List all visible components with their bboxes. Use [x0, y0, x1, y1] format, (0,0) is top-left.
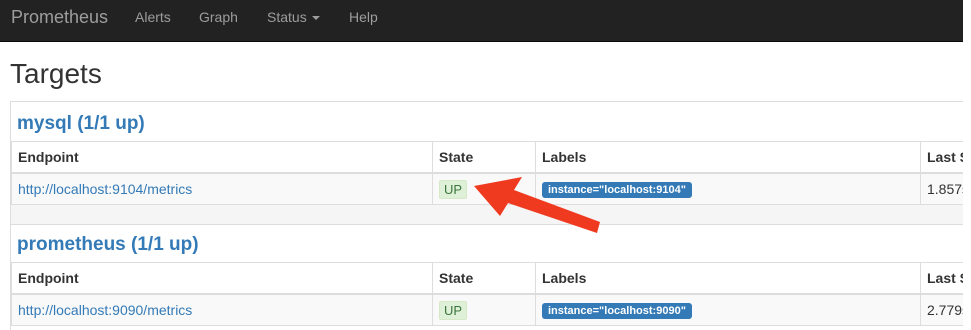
job-title-mysql[interactable]: mysql (1/1 up) [17, 113, 145, 135]
nav-help[interactable]: Help [349, 9, 378, 25]
col-header-labels: Labels [535, 141, 921, 174]
table-row: http://localhost:9090/metrics UP instanc… [11, 293, 964, 326]
col-header-labels: Labels [535, 262, 921, 295]
state-badge: UP [439, 179, 468, 199]
col-header-endpoint: Endpoint [11, 141, 433, 174]
nav-alerts[interactable]: Alerts [135, 9, 171, 25]
col-header-last-scrape: Last S [920, 262, 964, 295]
table-header-row: Endpoint State Labels Last S [11, 141, 964, 174]
col-header-endpoint: Endpoint [11, 262, 433, 295]
job-title-prometheus[interactable]: prometheus (1/1 up) [17, 234, 199, 256]
page-title: Targets [10, 58, 102, 89]
endpoint-link[interactable]: http://localhost:9090/metrics [18, 302, 192, 318]
col-header-state: State [432, 262, 536, 295]
red-arrow-icon [474, 177, 600, 233]
nav-graph[interactable]: Graph [199, 9, 238, 25]
targets-table-prometheus: Endpoint State Labels Last S http://loca… [11, 262, 964, 326]
nav-status-dropdown[interactable]: Status [267, 9, 320, 25]
job-header-mysql [11, 101, 963, 142]
last-scrape-value: 1.857s [920, 172, 964, 205]
table-header-row: Endpoint State Labels Last S [11, 262, 964, 295]
brand-link[interactable]: Prometheus [11, 7, 108, 28]
col-header-state: State [432, 141, 536, 174]
instance-label-badge: instance="localhost:9090" [542, 303, 692, 319]
nav-status-label: Status [267, 9, 307, 25]
navbar: Prometheus Alerts Graph Status Help [0, 0, 963, 42]
last-scrape-value: 2.779s [920, 293, 964, 326]
endpoint-link[interactable]: http://localhost:9104/metrics [18, 181, 192, 197]
right-edge-background [963, 0, 971, 330]
caret-down-icon [311, 16, 320, 21]
col-header-last-scrape: Last S [920, 141, 964, 174]
state-badge: UP [439, 300, 468, 320]
